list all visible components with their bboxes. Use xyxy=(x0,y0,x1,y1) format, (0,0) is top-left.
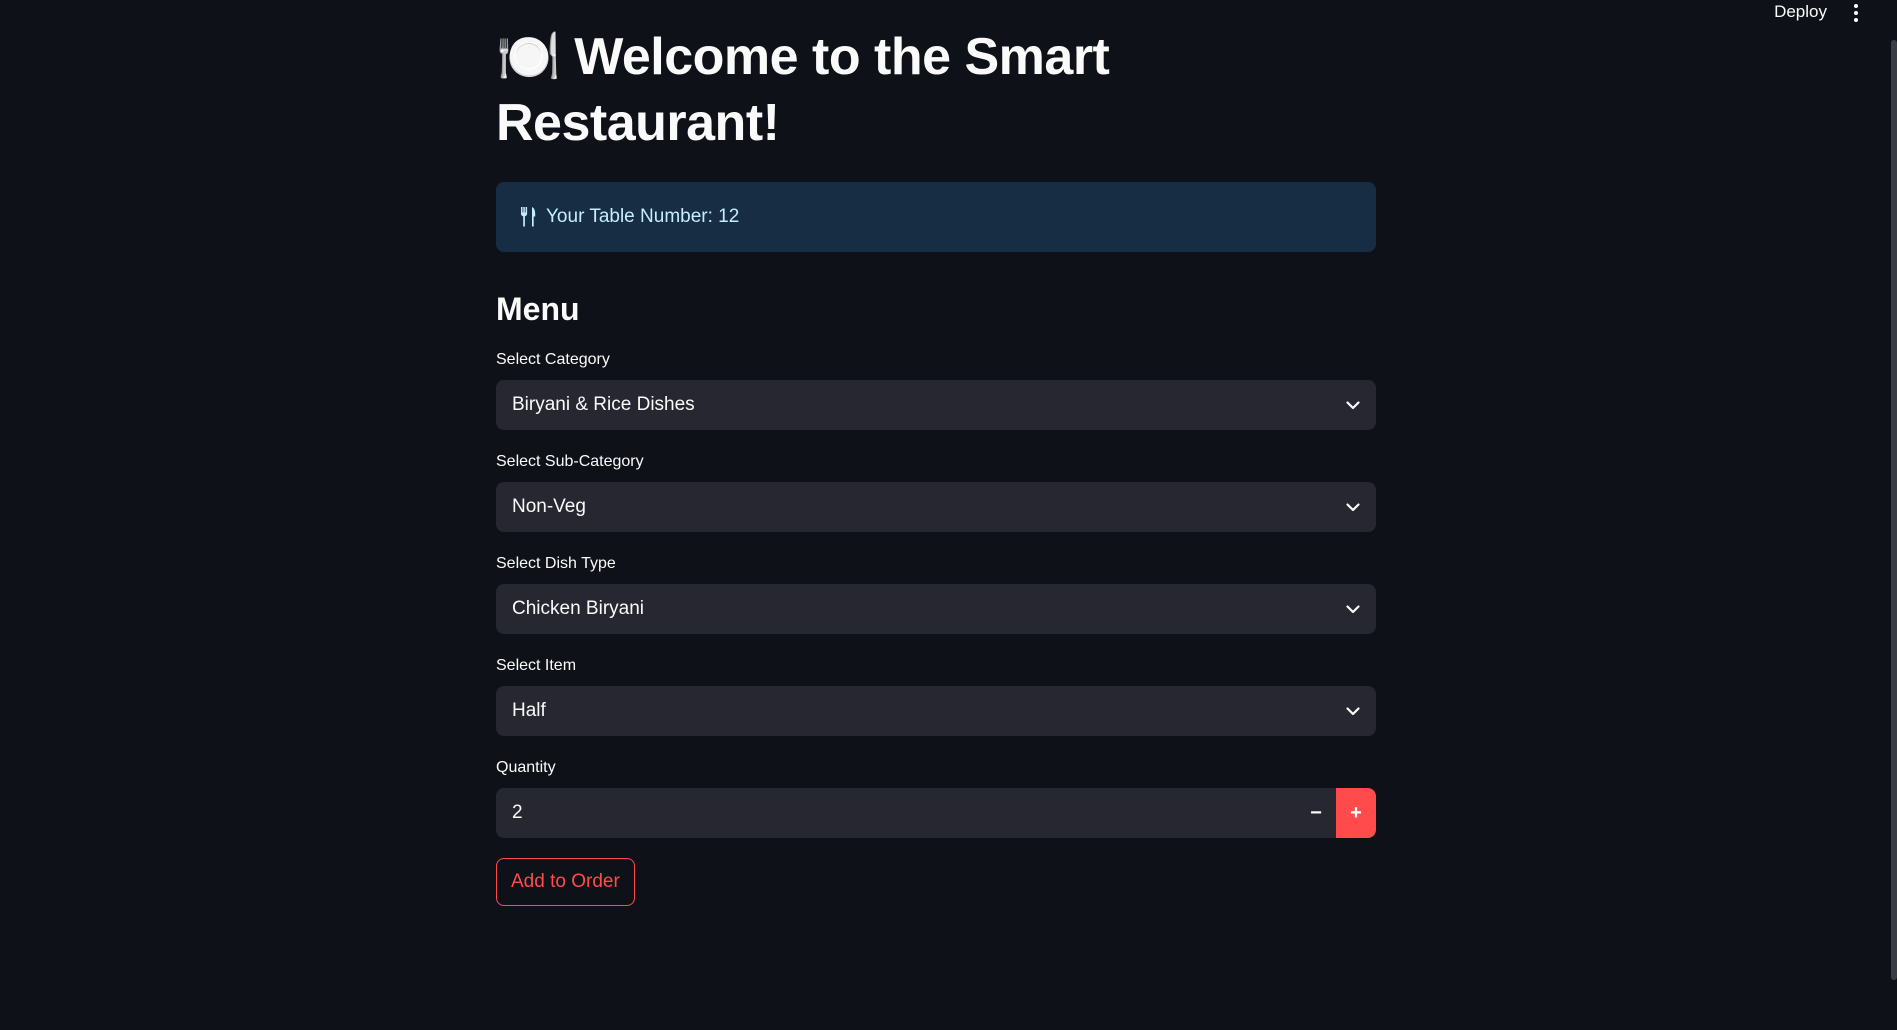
page-title: 🍽️ Welcome to the Smart Restaurant! xyxy=(496,24,1176,156)
table-number-info: Your Table Number: 12 xyxy=(496,182,1376,252)
main-content: 🍽️ Welcome to the Smart Restaurant! Your… xyxy=(496,24,1376,906)
table-number-text: Your Table Number: 12 xyxy=(546,206,740,227)
sub-category-label: Select Sub-Category xyxy=(496,453,644,470)
dish-type-value: Chicken Biryani xyxy=(512,598,644,619)
item-label: Select Item xyxy=(496,657,577,674)
decrement-button[interactable]: − xyxy=(1296,788,1336,838)
chevron-down-icon xyxy=(1346,496,1360,518)
menu-heading: Menu xyxy=(496,291,580,327)
sub-category-select[interactable]: Non-Veg xyxy=(496,482,1376,532)
chevron-down-icon xyxy=(1346,700,1360,722)
dish-type-field: Select Dish Type Chicken Biryani xyxy=(496,554,1376,634)
increment-button[interactable]: + xyxy=(1336,788,1376,838)
quantity-field: Quantity 2 − + xyxy=(496,758,1376,838)
chevron-down-icon xyxy=(1346,394,1360,416)
dish-type-label: Select Dish Type xyxy=(496,555,616,572)
quantity-label: Quantity xyxy=(496,759,556,776)
quantity-stepper: 2 − + xyxy=(496,788,1376,838)
page-title-text: Welcome to the Smart Restaurant! xyxy=(496,28,1110,152)
category-label: Select Category xyxy=(496,351,610,368)
sub-category-value: Non-Veg xyxy=(512,496,586,517)
category-value: Biryani & Rice Dishes xyxy=(512,394,695,415)
item-value: Half xyxy=(512,700,546,721)
fork-knife-icon xyxy=(520,207,536,227)
deploy-button[interactable]: Deploy xyxy=(1774,2,1827,22)
dish-type-select[interactable]: Chicken Biryani xyxy=(496,584,1376,634)
category-select[interactable]: Biryani & Rice Dishes xyxy=(496,380,1376,430)
category-field: Select Category Biryani & Rice Dishes xyxy=(496,350,1376,430)
plate-cutlery-icon: 🍽️ xyxy=(496,28,561,86)
add-to-order-button[interactable]: Add to Order xyxy=(496,858,635,906)
sub-category-field: Select Sub-Category Non-Veg xyxy=(496,452,1376,532)
item-field: Select Item Half xyxy=(496,656,1376,736)
item-select[interactable]: Half xyxy=(496,686,1376,736)
scrollbar[interactable] xyxy=(1891,40,1897,980)
chevron-down-icon xyxy=(1346,598,1360,620)
app-root: Deploy 🍽️ Welcome to the Smart Restauran… xyxy=(0,0,1897,1030)
quantity-input[interactable]: 2 xyxy=(496,802,1296,824)
top-toolbar: Deploy xyxy=(1774,0,1897,24)
kebab-menu-icon[interactable] xyxy=(1853,4,1859,22)
